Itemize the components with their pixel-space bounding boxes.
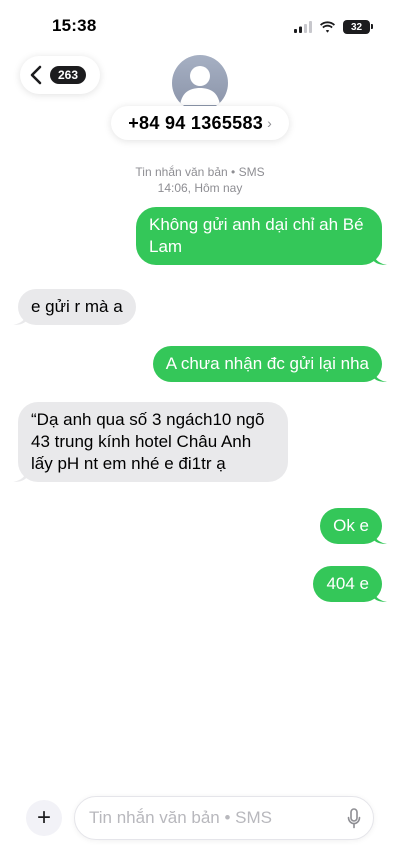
message-text: e gửi r mà a [31, 297, 123, 316]
status-bar: 15:38 32 [0, 0, 400, 54]
wifi-icon [320, 21, 335, 33]
message-bubble-incoming[interactable]: “Dạ anh qua số 3 ngách10 ngõ 43 trung kí… [13, 402, 288, 482]
message-bubble-outgoing[interactable]: A chưa nhận đc gửi lại nha [152, 346, 387, 382]
message-input-container[interactable] [74, 796, 374, 840]
message-text: Không gửi anh dại chỉ ah Bé Lam [149, 215, 364, 256]
back-button[interactable]: 263 [20, 56, 100, 94]
contact-number: +84 94 1365583 [128, 112, 264, 133]
message-bubble-outgoing[interactable]: Không gửi anh dại chỉ ah Bé Lam [136, 207, 387, 265]
battery-level: 32 [350, 21, 363, 33]
person-icon [180, 66, 220, 105]
plus-icon: + [36, 804, 51, 831]
add-attachment-button[interactable]: + [26, 800, 62, 836]
message-text: 404 e [326, 574, 369, 593]
status-time: 15:38 [52, 16, 97, 35]
message-bubble-outgoing[interactable]: Ok e [320, 508, 387, 544]
conversation-timestamp: Tin nhắn văn bản • SMS 14:06, Hôm nay [0, 164, 400, 196]
status-icons: 32 [294, 18, 373, 36]
message-bubble-outgoing[interactable]: 404 e [313, 566, 387, 602]
contact-name-button[interactable]: +84 94 1365583 › [111, 106, 289, 140]
message-bubble-incoming[interactable]: e gửi r mà a [13, 289, 136, 325]
message-input[interactable] [89, 797, 329, 839]
message-text: “Dạ anh qua số 3 ngách10 ngõ 43 trung kí… [31, 410, 265, 473]
cellular-signal-icon [294, 21, 312, 33]
microphone-icon[interactable] [347, 808, 361, 829]
service-label: Tin nhắn văn bản • SMS [135, 165, 265, 179]
chevron-left-icon [30, 65, 42, 85]
unread-count-badge: 263 [50, 66, 87, 84]
chevron-right-icon: › [267, 115, 272, 131]
contact-avatar[interactable] [172, 55, 228, 111]
timestamp: 14:06, Hôm nay [157, 181, 243, 195]
message-text: A chưa nhận đc gửi lại nha [165, 354, 369, 373]
battery-icon: 32 [343, 20, 373, 34]
message-text: Ok e [333, 516, 369, 535]
